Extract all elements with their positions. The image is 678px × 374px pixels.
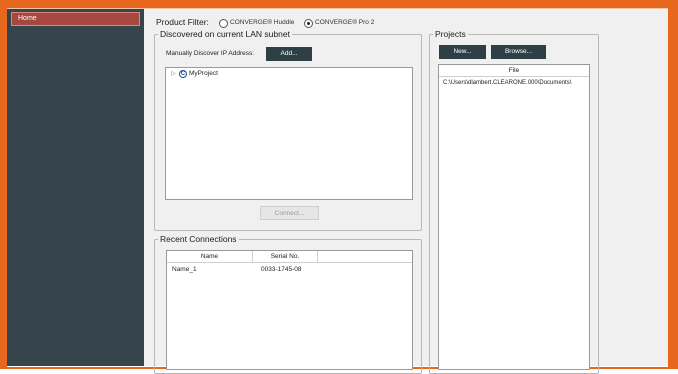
projects-file-table: File C:\Users\dlambert.CLEARONE.000\Docu… [438,64,590,370]
sidebar-item-home[interactable]: Home [11,12,140,26]
column-header-file[interactable]: File [439,67,589,74]
add-ip-button[interactable]: Add... [266,47,312,61]
recent-connections-title: Recent Connections [160,234,237,244]
product-filter-label: Product Filter: [156,17,209,27]
column-header-name[interactable]: Name [167,253,252,260]
manual-discover-label: Manually Discover IP Address: [166,50,255,57]
browse-project-button[interactable]: Browse... [491,45,546,59]
column-divider [317,251,318,262]
sidebar-item-label: Home [18,15,37,22]
sidebar: Home [7,9,144,366]
discovered-device-tree[interactable]: ▷ C MyProject [165,67,413,200]
recent-connections-table: Name Serial No. Name_1 0033-1745-08 [166,250,413,370]
discovered-group-title: Discovered on current LAN subnet [160,29,290,39]
project-file-row[interactable]: C:\Users\dlambert.CLEARONE.000\Documents… [443,80,571,86]
radio-converge-huddle[interactable] [219,19,228,28]
tree-expand-icon[interactable]: ▷ [171,70,176,77]
connect-button[interactable]: Connect... [260,206,319,220]
tree-item-label[interactable]: MyProject [189,70,218,77]
clearone-project-icon: C [179,70,187,78]
new-project-button[interactable]: New... [439,45,486,59]
main-panel: Product Filter: CONVERGE® Huddle CONVERG… [144,9,668,374]
radio-converge-huddle-label: CONVERGE® Huddle [230,19,295,26]
projects-group-title: Projects [435,29,466,39]
column-header-serial[interactable]: Serial No. [253,253,317,260]
recent-row-serial[interactable]: 0033-1745-08 [261,266,301,273]
recent-row-name[interactable]: Name_1 [172,266,197,273]
radio-converge-pro2-label: CONVERGE® Pro 2 [315,19,375,26]
radio-converge-pro2[interactable] [304,19,313,28]
